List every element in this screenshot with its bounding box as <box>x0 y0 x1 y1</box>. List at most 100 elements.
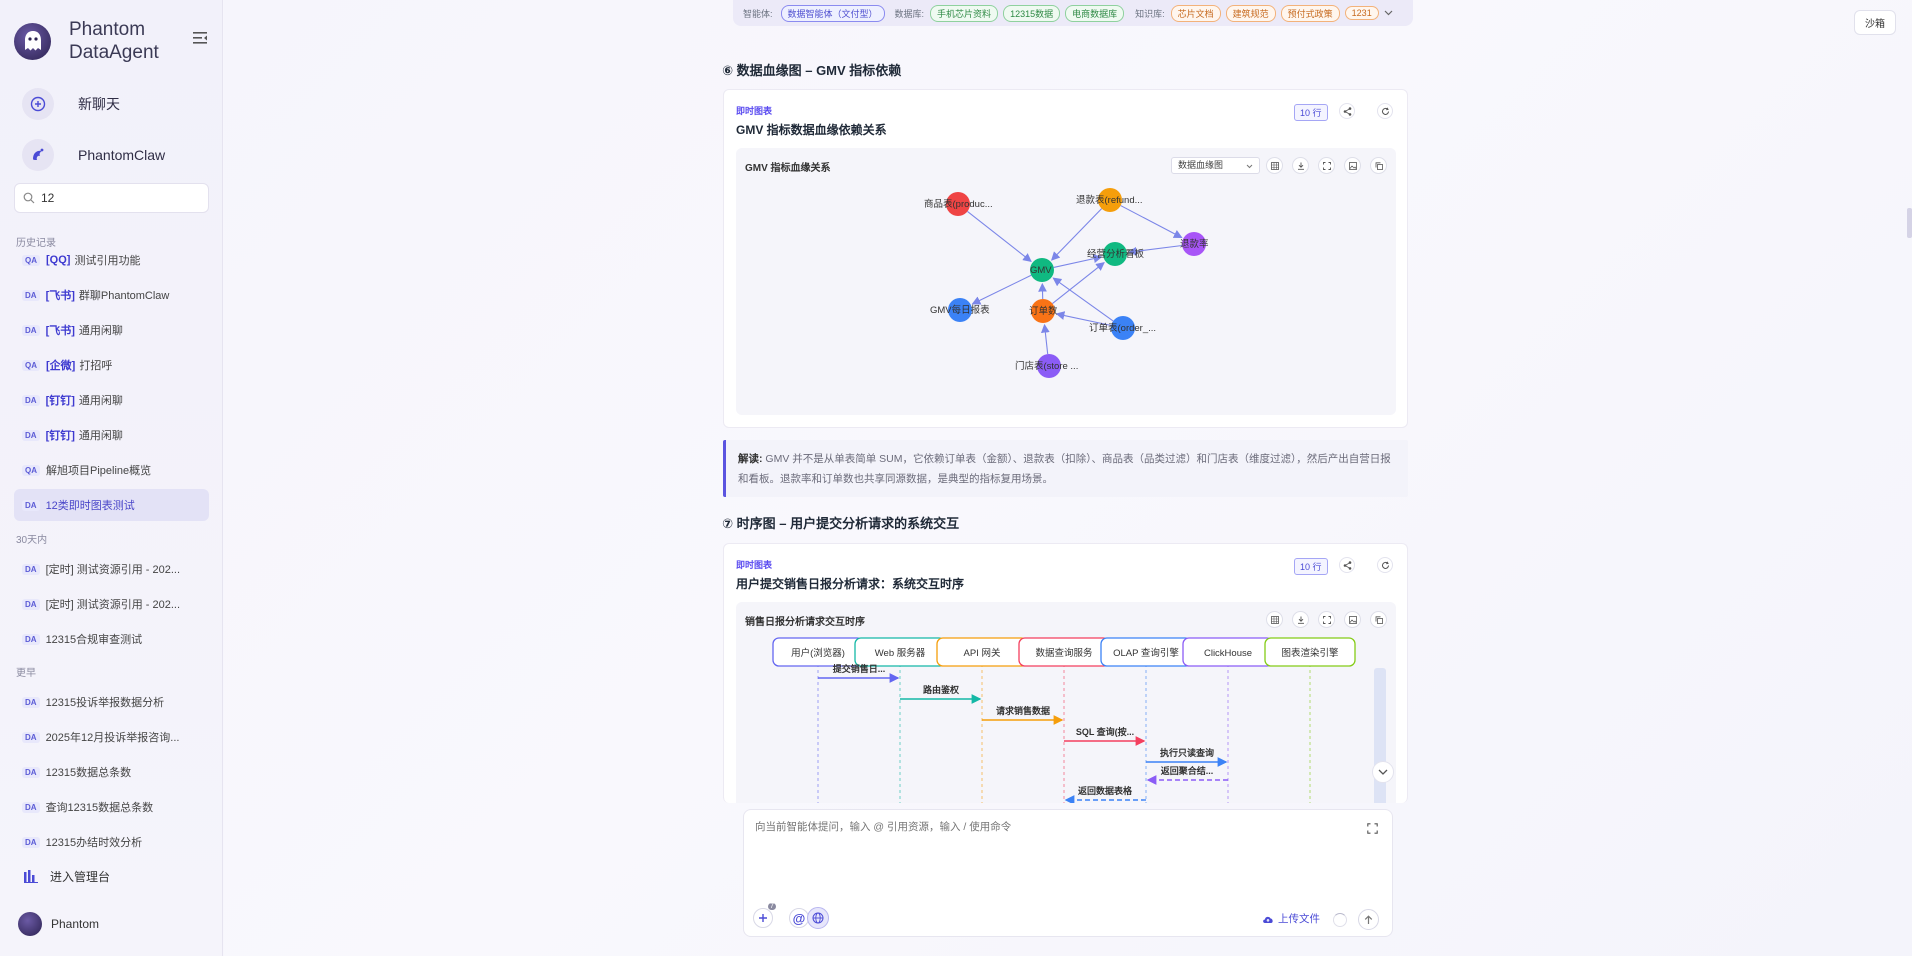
agent-chip[interactable]: 数据智能体（文付型） <box>780 4 885 22</box>
history-item[interactable]: DA [钉钉] 通用闲聊 <box>14 419 209 451</box>
bar-chart-icon <box>24 870 38 883</box>
type-badge: DA <box>22 836 40 848</box>
lineage-graph[interactable]: 商品表(produc... 退款表(refund...退款率经营分析看板GMVGM… <box>736 148 1396 415</box>
phantomclaw-label: PhantomClaw <box>78 147 166 163</box>
lineage-node-label: 门店表(store ... <box>1015 360 1078 372</box>
expand-icon[interactable] <box>1367 823 1378 834</box>
refresh-icon <box>1381 107 1389 115</box>
kb-chip[interactable]: 预付式政策 <box>1280 4 1340 22</box>
history-item[interactable]: DA 12类即时图表测试 <box>14 489 209 521</box>
type-badge: DA <box>22 289 40 301</box>
kb-chip[interactable]: 芯片文档 <box>1170 4 1221 22</box>
history-item[interactable]: QA 解旭项目Pipeline概览 <box>14 454 209 486</box>
lineage-node-label: 订单数 <box>1029 305 1058 317</box>
type-badge: QA <box>22 464 40 476</box>
type-badge: DA <box>22 731 40 743</box>
sequence-diagram[interactable]: 用户(浏览器) Web 服务器 API 网关 数据查询服务 OLAP 查询引擎 Click… <box>736 602 1396 803</box>
history-item[interactable]: DA [飞书] 群聊PhantomClaw <box>14 279 209 311</box>
type-badge: DA <box>22 801 40 813</box>
share-button[interactable] <box>1339 557 1355 573</box>
add-attachment-button[interactable]: 7 <box>753 903 776 928</box>
phantom-logo-icon <box>14 22 51 60</box>
rows-count-badge[interactable]: 10 行 <box>1294 558 1328 575</box>
history-item[interactable]: DA 2025年12月投诉举报咨询... <box>14 721 209 753</box>
type-badge: DA <box>22 563 40 575</box>
search-input[interactable] <box>41 191 191 205</box>
avatar <box>18 912 42 936</box>
history-item[interactable]: DA [飞书] 通用闲聊 <box>14 314 209 346</box>
phantomclaw-button[interactable]: PhantomClaw <box>22 139 165 171</box>
channel-tag: [飞书] <box>45 290 75 302</box>
participant-label: ClickHouse <box>1204 648 1252 659</box>
chevron-down-icon[interactable] <box>1384 10 1393 16</box>
scroll-to-bottom-button[interactable] <box>1372 761 1394 783</box>
sandbox-button[interactable]: 沙箱 <box>1854 10 1896 35</box>
brand: Phantom DataAgent <box>14 18 159 64</box>
plus-circle-icon <box>22 88 54 120</box>
history-item[interactable]: DA [定时] 测试资源引用 - 202... <box>14 588 209 620</box>
message-label: 返回数据表格 <box>1078 785 1133 796</box>
type-badge: QA <box>22 254 40 266</box>
upload-file-button[interactable]: 上传文件 <box>1262 911 1320 926</box>
collapse-sidebar-icon[interactable] <box>193 31 207 44</box>
search-icon <box>23 192 35 204</box>
cloud-upload-icon <box>1263 916 1273 923</box>
history-item[interactable]: QA [QQ] 测试引用功能 <box>14 244 209 276</box>
note-text: GMV 并不是从单表简单 SUM，它依赖订单表（金额）、退款表（扣除）、商品表（… <box>738 453 1391 485</box>
db-chip[interactable]: 手机芯片资料 <box>930 4 999 22</box>
lineage-edge <box>971 274 1032 305</box>
channel-tag: [钉钉] <box>45 430 75 442</box>
attachment-count-badge: 7 <box>768 903 776 910</box>
chat-input[interactable] <box>755 819 1355 859</box>
refresh-icon <box>1381 561 1389 569</box>
history-item[interactable]: QA [企微] 打招呼 <box>14 349 209 381</box>
history-item-label: 12315办结时效分析 <box>45 837 143 849</box>
plus-icon <box>759 914 767 922</box>
history-item[interactable]: DA 12315数据总条数 <box>14 756 209 788</box>
user-profile[interactable]: Phantom <box>18 912 99 936</box>
send-button[interactable] <box>1358 909 1379 930</box>
lineage-node-label: 商品表(produc... <box>924 198 993 210</box>
rows-count-badge[interactable]: 10 行 <box>1294 104 1328 121</box>
chat-composer: 7 @ 上传文件 <box>743 809 1393 937</box>
lineage-node-label: 经营分析看板 <box>1087 248 1145 260</box>
context-bar: 智能体: 数据智能体（文付型） 数据库: 手机芯片资料 12315数据 电商数据… <box>733 0 1413 26</box>
sidebar: Phantom DataAgent 新聊天 PhantomClaw 历史记录 Q… <box>0 0 223 956</box>
refresh-button[interactable] <box>1377 103 1393 119</box>
at-icon: @ <box>792 910 806 926</box>
db-chip[interactable]: 12315数据 <box>1003 4 1061 22</box>
history-item[interactable]: DA 12315合规审查测试 <box>14 623 209 655</box>
admin-console-button[interactable]: 进入管理台 <box>24 868 110 885</box>
refresh-button[interactable] <box>1377 557 1393 573</box>
brand-line-1: Phantom <box>69 19 146 40</box>
history-item[interactable]: DA 查询12315数据总条数 <box>14 791 209 823</box>
message-label: 返回聚合结... <box>1161 765 1214 776</box>
chart-panel: 销售日报分析请求交互时序 用户(浏览器) Web 服务器 API 网关 数据查询服务 O… <box>736 602 1396 803</box>
history-item[interactable]: DA [钉钉] 通用闲聊 <box>14 384 209 416</box>
kb-chip[interactable]: 1231 <box>1344 6 1379 20</box>
lineage-edge <box>967 210 1032 263</box>
db-label: 数据库: <box>894 8 925 19</box>
history-item-label: 12类即时图表测试 <box>45 500 135 512</box>
message-label: SQL 查询(按... <box>1076 726 1134 737</box>
history-item[interactable]: DA 12315投诉举报数据分析 <box>14 686 209 718</box>
channel-tag: [QQ] <box>46 254 71 266</box>
history-item-label: 12315合规审查测试 <box>45 634 143 646</box>
message-label: 提交销售日... <box>833 663 886 674</box>
history-item[interactable]: DA [定时] 测试资源引用 - 202... <box>14 553 209 585</box>
kb-label: 知识库: <box>1135 8 1165 19</box>
kb-chip[interactable]: 建筑规范 <box>1225 4 1276 22</box>
new-chat-button[interactable]: 新聊天 <box>22 88 120 120</box>
admin-label: 进入管理台 <box>50 870 111 884</box>
history-item-label: 通用闲聊 <box>78 395 123 407</box>
chart-tag: 即时图表 <box>736 106 773 116</box>
mention-button[interactable]: @ <box>789 908 809 928</box>
card-title: GMV 指标数据血缘依赖关系 <box>736 123 887 137</box>
share-button[interactable] <box>1339 103 1355 119</box>
participant-label: 图表渲染引擎 <box>1281 647 1339 659</box>
db-chip[interactable]: 电商数据库 <box>1065 4 1125 22</box>
scroll-indicator[interactable] <box>1907 208 1912 238</box>
history-item[interactable]: DA 12315办结时效分析 <box>14 826 209 858</box>
type-badge: DA <box>22 324 40 336</box>
web-search-toggle[interactable] <box>807 907 829 929</box>
